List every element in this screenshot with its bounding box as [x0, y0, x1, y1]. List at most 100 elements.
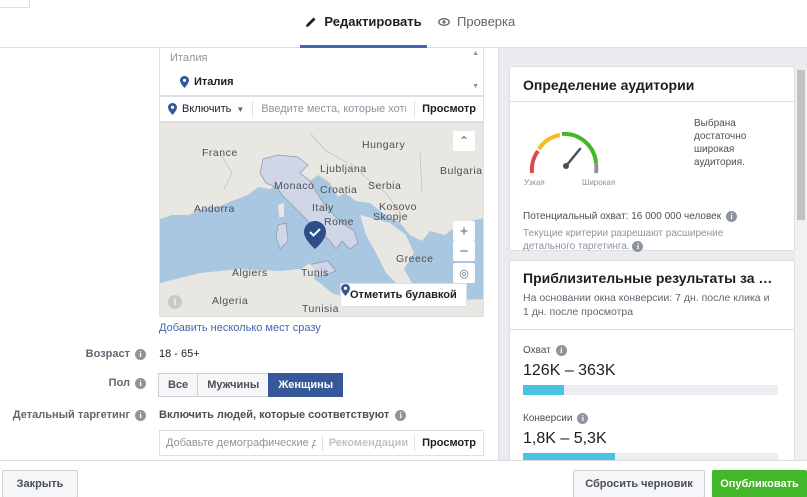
- age-label: Возраст i: [86, 348, 146, 360]
- drop-pin-button[interactable]: Отметить булавкой: [340, 283, 467, 307]
- tab-edit[interactable]: Редактировать: [300, 14, 427, 48]
- info-icon[interactable]: i: [135, 348, 146, 360]
- criteria-note: Текущие критерии разрешают расширение де…: [523, 227, 753, 253]
- map-label-algeria: Algeria: [212, 295, 249, 307]
- tab-review-label: Проверка: [457, 14, 516, 29]
- gender-toggle-group: Все Мужчины Женщины: [158, 373, 344, 397]
- audience-summary: Выбрана достаточно широкая аудитория.: [694, 118, 747, 168]
- location-pin-icon: [180, 76, 189, 88]
- reach-metric-label-text: Охват: [523, 345, 551, 356]
- info-icon[interactable]: i: [555, 345, 567, 356]
- audience-definition-title: Определение аудитории: [523, 77, 695, 93]
- map-label-skopje: Skopje: [373, 211, 409, 223]
- sidebar-scrollbar[interactable]: [795, 70, 807, 460]
- gender-label-text: Пол: [108, 377, 130, 389]
- drop-pin-label: Отметить булавкой: [350, 289, 457, 301]
- estimated-results-card: Приблизительные результаты за … На основ…: [509, 260, 795, 460]
- location-pin-icon: [168, 103, 177, 115]
- recommendations-button[interactable]: Рекомендации: [321, 435, 414, 451]
- conversions-metric-label-text: Конверсии: [523, 413, 573, 424]
- conversions-metric-label: Конверсии i: [523, 413, 589, 424]
- add-multiple-locations-link[interactable]: Добавить несколько мест сразу: [159, 322, 321, 334]
- detailed-targeting-label-text: Детальный таргетинг: [12, 409, 130, 421]
- map-label-hungary: Hungary: [362, 139, 406, 151]
- potential-reach: Потенциальный охват: 16 000 000 человек …: [523, 211, 738, 222]
- reach-metric-fill: [523, 385, 564, 395]
- eye-icon: [438, 18, 450, 26]
- gender-women-button[interactable]: Женщины: [268, 373, 344, 397]
- publish-button[interactable]: Опубликовать: [712, 470, 807, 497]
- location-search-input[interactable]: [253, 103, 415, 115]
- map-label-rome: Rome: [324, 216, 355, 228]
- detailed-targeting-heading: Включить людей, которые соответствуют i: [159, 409, 407, 421]
- detailed-targeting-label: Детальный таргетинг i: [13, 409, 146, 421]
- pencil-icon: [306, 17, 316, 27]
- conversions-metric-value: 1,8K – 5,3K: [523, 430, 607, 447]
- conversions-metric-fill: [523, 453, 615, 460]
- audience-definition-card: Определение аудитории Узкая Широкая Выбр…: [509, 66, 795, 253]
- selected-location-label: Италия: [194, 76, 234, 88]
- gender-men-button[interactable]: Мужчины: [197, 373, 270, 397]
- reach-metric-value: 126K – 363K: [523, 362, 616, 379]
- list-scroll-up-icon[interactable]: ▲: [472, 50, 479, 57]
- close-button[interactable]: Закрыть: [2, 470, 78, 497]
- estimated-results-description: На основании окна конверсии: 7 дн. после…: [523, 292, 770, 318]
- targeting-panel: Италия Италия ▲ ▼ Включить ▼ Просмотр: [0, 48, 496, 460]
- gauge-wide-label: Широкая: [582, 178, 616, 187]
- corner-divider: [0, 0, 30, 8]
- detailed-targeting-browse-button[interactable]: Просмотр: [414, 435, 483, 451]
- reset-draft-button[interactable]: Сбросить черновик: [573, 470, 705, 497]
- selected-location-item[interactable]: Италия: [180, 76, 234, 88]
- info-icon[interactable]: i: [577, 413, 589, 424]
- info-icon[interactable]: i: [135, 409, 146, 421]
- map-info-icon[interactable]: i: [168, 295, 182, 309]
- location-browse-button[interactable]: Просмотр: [414, 101, 483, 117]
- card-divider: [510, 101, 794, 102]
- criteria-note-text: Текущие критерии разрешают расширение де…: [523, 228, 724, 252]
- audience-gauge-icon: [529, 131, 599, 174]
- estimated-results-title: Приблизительные результаты за …: [523, 270, 773, 286]
- top-tab-bar: Редактировать Проверка: [0, 0, 807, 48]
- card-divider: [510, 329, 794, 330]
- map-label-algiers: Algiers: [232, 267, 268, 279]
- map-label-andorra: Andorra: [194, 203, 235, 215]
- location-search-row: Включить ▼ Просмотр: [159, 96, 484, 122]
- map-label-bulgaria: Bulgaria: [440, 165, 483, 177]
- potential-reach-text: Потенциальный охват: 16 000 000 человек: [523, 211, 722, 222]
- chevron-down-icon: ▼: [236, 104, 245, 114]
- selected-locations-list[interactable]: Италия Италия ▲ ▼: [159, 48, 484, 96]
- location-map[interactable]: France Ljubljana Hungary Croatia Monaco …: [159, 122, 484, 317]
- map-zoom-in-icon[interactable]: +: [453, 221, 475, 241]
- info-icon[interactable]: i: [395, 409, 407, 421]
- tab-edit-label: Редактировать: [324, 14, 422, 29]
- map-label-croatia: Croatia: [320, 184, 358, 196]
- include-label: Включить: [182, 103, 232, 115]
- detailed-targeting-row: Рекомендации Просмотр: [159, 430, 484, 456]
- map-locate-icon[interactable]: ◎: [453, 263, 475, 283]
- detailed-targeting-input[interactable]: [160, 437, 322, 449]
- map-zoom-out-icon[interactable]: −: [453, 241, 475, 261]
- sidebar-scroll-thumb[interactable]: [797, 70, 805, 220]
- detailed-targeting-heading-text: Включить людей, которые соответствуют: [159, 409, 390, 421]
- include-dropdown[interactable]: Включить ▼: [160, 101, 254, 117]
- map-label-ljubljana: Ljubljana: [320, 163, 367, 175]
- location-country-header: Италия: [170, 52, 208, 64]
- info-icon[interactable]: i: [135, 377, 146, 389]
- gender-all-button[interactable]: Все: [158, 373, 199, 397]
- map-label-france: France: [202, 147, 238, 159]
- map-collapse-icon[interactable]: ⌃: [453, 131, 475, 151]
- info-icon[interactable]: i: [726, 211, 738, 222]
- map-label-serbia: Serbia: [368, 180, 402, 192]
- reach-metric-bar: [523, 385, 778, 395]
- reach-metric-label: Охват i: [523, 345, 567, 356]
- list-scroll-down-icon[interactable]: ▼: [472, 83, 479, 90]
- age-range-value[interactable]: 18 - 65+: [159, 348, 200, 360]
- map-label-tunisia: Tunisia: [302, 303, 339, 315]
- audience-sidebar: Определение аудитории Узкая Широкая Выбр…: [498, 48, 807, 460]
- map-label-monaco: Monaco: [274, 180, 315, 192]
- info-icon[interactable]: i: [632, 241, 644, 252]
- tab-review[interactable]: Проверка: [438, 14, 515, 46]
- location-pin-icon: [341, 284, 350, 296]
- footer-bar: Закрыть Сбросить черновик Опубликовать: [0, 460, 807, 497]
- gauge-narrow-label: Узкая: [524, 178, 545, 187]
